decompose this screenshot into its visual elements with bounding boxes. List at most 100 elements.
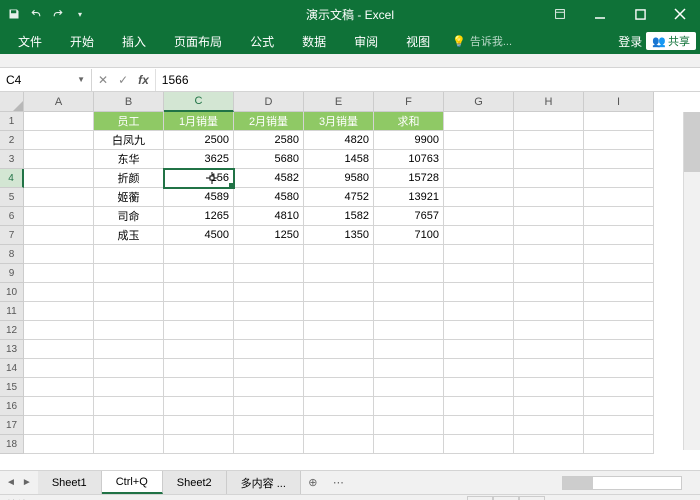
close-icon[interactable] bbox=[660, 0, 700, 28]
cell[interactable] bbox=[24, 226, 94, 245]
enter-icon[interactable]: ✓ bbox=[118, 73, 128, 87]
cell[interactable] bbox=[444, 112, 514, 131]
cell[interactable] bbox=[304, 340, 374, 359]
cell[interactable] bbox=[24, 264, 94, 283]
cell[interactable] bbox=[374, 359, 444, 378]
cell[interactable] bbox=[444, 264, 514, 283]
cell[interactable] bbox=[164, 264, 234, 283]
cell[interactable] bbox=[374, 397, 444, 416]
cell[interactable] bbox=[164, 245, 234, 264]
cell[interactable]: 4580 bbox=[234, 188, 304, 207]
cell[interactable]: 7100 bbox=[374, 226, 444, 245]
cell[interactable]: 4589 bbox=[164, 188, 234, 207]
cell[interactable]: 东华 bbox=[94, 150, 164, 169]
column-header[interactable]: B bbox=[94, 92, 164, 112]
row-header[interactable]: 6 bbox=[0, 207, 24, 226]
row-header[interactable]: 4 bbox=[0, 169, 24, 188]
cell[interactable] bbox=[444, 416, 514, 435]
cell[interactable]: 9900 bbox=[374, 131, 444, 150]
cell[interactable] bbox=[584, 359, 654, 378]
cell[interactable] bbox=[374, 340, 444, 359]
sheet-prev-icon[interactable]: ◄ bbox=[6, 477, 16, 488]
cell[interactable] bbox=[234, 283, 304, 302]
cell[interactable] bbox=[444, 131, 514, 150]
cell[interactable]: 成玉 bbox=[94, 226, 164, 245]
redo-icon[interactable] bbox=[48, 4, 68, 24]
cell[interactable] bbox=[444, 226, 514, 245]
cell[interactable] bbox=[304, 321, 374, 340]
name-box[interactable]: C4 ▼ bbox=[0, 69, 92, 91]
cell[interactable] bbox=[584, 169, 654, 188]
cell[interactable] bbox=[444, 169, 514, 188]
column-header[interactable]: A bbox=[24, 92, 94, 112]
cell[interactable] bbox=[514, 321, 584, 340]
qat-dropdown-icon[interactable]: ▾ bbox=[70, 4, 90, 24]
column-header[interactable]: D bbox=[234, 92, 304, 112]
cell[interactable] bbox=[514, 378, 584, 397]
cell[interactable] bbox=[94, 359, 164, 378]
column-headers[interactable]: ABCDEFGHI bbox=[24, 92, 654, 112]
chevron-down-icon[interactable]: ▼ bbox=[77, 75, 85, 84]
column-header[interactable]: G bbox=[444, 92, 514, 112]
cell[interactable] bbox=[514, 340, 584, 359]
cell[interactable] bbox=[514, 435, 584, 454]
cell[interactable] bbox=[584, 188, 654, 207]
cell[interactable] bbox=[374, 302, 444, 321]
cell[interactable] bbox=[94, 378, 164, 397]
minimize-icon[interactable] bbox=[580, 0, 620, 28]
cell[interactable]: 1582 bbox=[304, 207, 374, 226]
cell[interactable] bbox=[234, 378, 304, 397]
cell[interactable] bbox=[444, 340, 514, 359]
cell[interactable] bbox=[584, 131, 654, 150]
cell[interactable]: 4582 bbox=[234, 169, 304, 188]
column-header[interactable]: F bbox=[374, 92, 444, 112]
cell[interactable]: 2500 bbox=[164, 131, 234, 150]
cell[interactable] bbox=[24, 302, 94, 321]
cell[interactable] bbox=[584, 435, 654, 454]
cell[interactable]: 白凤九 bbox=[94, 131, 164, 150]
row-header[interactable]: 10 bbox=[0, 283, 24, 302]
cell[interactable]: 3625 bbox=[164, 150, 234, 169]
row-header[interactable]: 1 bbox=[0, 112, 24, 131]
row-header[interactable]: 3 bbox=[0, 150, 24, 169]
cell[interactable] bbox=[24, 188, 94, 207]
pagebreak-view-icon[interactable]: ▭ bbox=[519, 496, 545, 500]
cell[interactable] bbox=[444, 435, 514, 454]
cell[interactable] bbox=[444, 283, 514, 302]
cell[interactable] bbox=[24, 397, 94, 416]
cell[interactable] bbox=[24, 169, 94, 188]
sheet-tab[interactable]: Sheet2 bbox=[163, 471, 227, 494]
cell[interactable] bbox=[164, 321, 234, 340]
cell[interactable] bbox=[514, 112, 584, 131]
sheet-tab[interactable]: Ctrl+Q bbox=[102, 471, 163, 494]
row-header[interactable]: 2 bbox=[0, 131, 24, 150]
cell[interactable] bbox=[94, 321, 164, 340]
cell[interactable] bbox=[514, 226, 584, 245]
cell[interactable] bbox=[94, 245, 164, 264]
cell[interactable] bbox=[24, 112, 94, 131]
cell[interactable] bbox=[234, 264, 304, 283]
cell[interactable] bbox=[24, 416, 94, 435]
select-all-corner[interactable] bbox=[0, 92, 24, 112]
cell[interactable] bbox=[24, 321, 94, 340]
cell[interactable]: 1250 bbox=[234, 226, 304, 245]
cell[interactable] bbox=[584, 150, 654, 169]
cell[interactable] bbox=[374, 283, 444, 302]
cell[interactable] bbox=[514, 359, 584, 378]
cell[interactable] bbox=[584, 112, 654, 131]
cell[interactable] bbox=[514, 397, 584, 416]
cell[interactable] bbox=[94, 264, 164, 283]
cell[interactable] bbox=[514, 188, 584, 207]
column-header[interactable]: I bbox=[584, 92, 654, 112]
cell[interactable] bbox=[584, 302, 654, 321]
cell[interactable] bbox=[234, 416, 304, 435]
ribbon-tab[interactable]: 视图 bbox=[392, 28, 444, 54]
row-header[interactable]: 14 bbox=[0, 359, 24, 378]
cell[interactable]: 4500 bbox=[164, 226, 234, 245]
cell[interactable]: 9580 bbox=[304, 169, 374, 188]
row-header[interactable]: 7 bbox=[0, 226, 24, 245]
cell[interactable] bbox=[164, 359, 234, 378]
column-header[interactable]: H bbox=[514, 92, 584, 112]
cell[interactable] bbox=[164, 340, 234, 359]
cell[interactable] bbox=[304, 435, 374, 454]
